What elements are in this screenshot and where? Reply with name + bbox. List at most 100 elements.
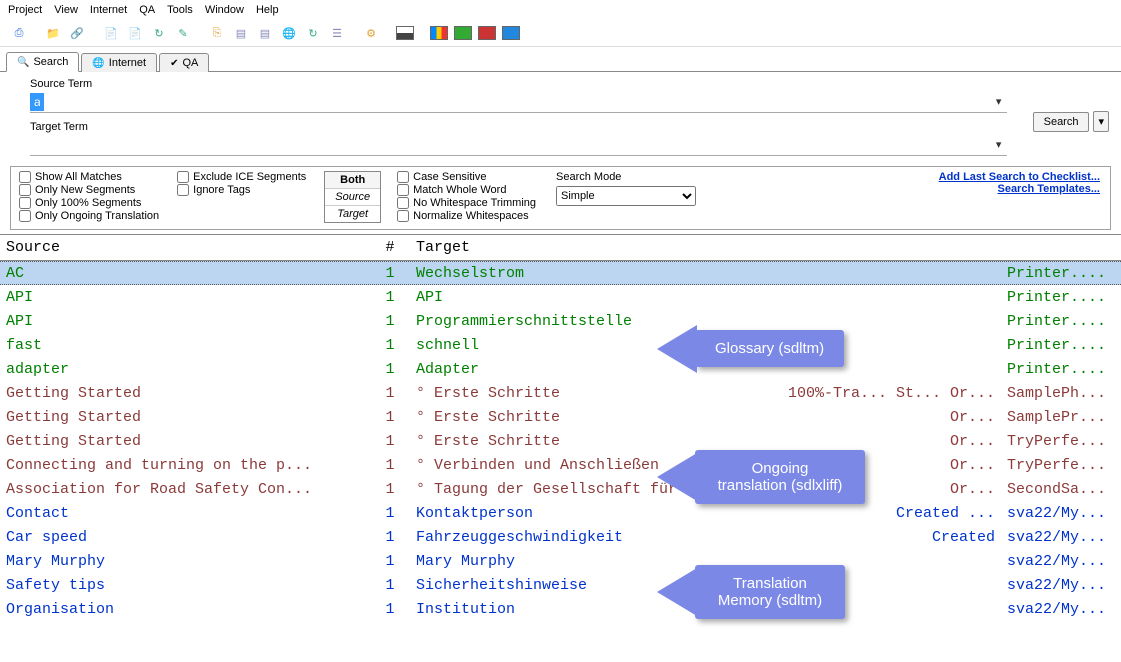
dropdown-icon[interactable]: ▾ [991,138,1007,151]
checkbox[interactable] [177,184,189,196]
checkbox[interactable] [177,171,189,183]
table-row[interactable]: Organisation1Institutionsva22/My... [0,597,1121,621]
col-source[interactable]: Source [0,237,370,258]
option-only-segments[interactable]: Only 100% Segments [19,197,159,209]
check-icon: ✔ [170,58,178,69]
option-match-whole-word[interactable]: Match Whole Word [397,184,536,196]
table-row[interactable]: Car speed1FahrzeuggeschwindigkeitCreated… [0,525,1121,549]
table-row[interactable]: Getting Started1° Erste SchritteOr...Sam… [0,405,1121,429]
col-number[interactable]: # [370,237,410,258]
menu-window[interactable]: Window [205,4,244,16]
copy-icon[interactable]: ⎘ [208,24,226,42]
search-button[interactable]: Search [1033,112,1090,132]
cell-extra: Or... [771,480,1001,499]
table-row[interactable]: Safety tips1Sicherheitshinweisesva22/My.… [0,573,1121,597]
option-only-ongoing-translation[interactable]: Only Ongoing Translation [19,210,159,222]
cell-target: Mary Murphy [410,552,771,571]
cell-target: schnell [410,336,771,355]
flag-multi-icon[interactable] [430,24,448,42]
checkbox[interactable] [19,171,31,183]
tab-search[interactable]: 🔍Search [6,52,79,72]
folder-icon[interactable]: 📁 [44,24,62,42]
link-icon[interactable]: 🔗 [68,24,86,42]
source-option[interactable]: Source [325,189,380,206]
source-target-selector[interactable]: Both Source Target [324,171,381,223]
option-label: Exclude ICE Segments [193,171,306,183]
checkbox[interactable] [19,197,31,209]
table-row[interactable]: Connecting and turning on the p...1° Ver… [0,453,1121,477]
target-option[interactable]: Target [325,206,380,222]
menu-view[interactable]: View [54,4,78,16]
option-no-whitespace-trimming[interactable]: No Whitespace Trimming [397,197,536,209]
table-row[interactable]: fast1schnellPrinter.... [0,333,1121,357]
source-term-combo[interactable]: ▾ [30,91,1007,113]
menu-project[interactable]: Project [8,4,42,16]
menu-internet[interactable]: Internet [90,4,127,16]
checkbox[interactable] [397,197,409,209]
tab-qa[interactable]: ✔QA [159,53,209,72]
target-term-label: Target Term [30,121,1007,133]
menu-qa[interactable]: QA [139,4,155,16]
target-term-combo[interactable]: ▾ [30,134,1007,156]
cell-target: Fahrzeuggeschwindigkeit [410,528,771,547]
checkbox[interactable] [19,184,31,196]
refresh-icon[interactable]: ↻ [304,24,322,42]
page-icon[interactable]: ▤ [232,24,250,42]
checkbox[interactable] [397,171,409,183]
flag-red-icon[interactable] [478,24,496,42]
cell-count: 1 [370,432,410,451]
cell-target: Sicherheitshinweise [410,576,771,595]
target-term-input[interactable] [30,136,991,154]
option-exclude-ice-segments[interactable]: Exclude ICE Segments [177,171,306,183]
source-term-input[interactable] [30,93,44,111]
table-row[interactable]: Association for Road Safety Con...1° Tag… [0,477,1121,501]
flag-green-icon[interactable] [454,24,472,42]
option-ignore-tags[interactable]: Ignore Tags [177,184,306,196]
option-normalize-whitespaces[interactable]: Normalize Whitespaces [397,210,536,222]
cell-file: Printer.... [1001,264,1121,283]
option-label: Normalize Whitespaces [413,210,529,222]
globe-icon[interactable]: 🌐 [280,24,298,42]
table-row[interactable]: Getting Started1° Erste Schritte100%-Tra… [0,381,1121,405]
doc-refresh-icon[interactable]: ↻ [150,24,168,42]
search-dropdown-button[interactable]: ▾ [1093,111,1109,132]
table-row[interactable]: API1ProgrammierschnittstellePrinter.... [0,309,1121,333]
cell-count: 1 [370,312,410,331]
col-target[interactable]: Target [410,237,1121,258]
flag-blue-icon[interactable] [502,24,520,42]
table-row[interactable]: API1APIPrinter.... [0,285,1121,309]
gear-icon[interactable]: ⚙ [362,24,380,42]
option-label: Match Whole Word [413,184,506,196]
menu-tools[interactable]: Tools [167,4,193,16]
doc-edit-icon[interactable]: ✎ [174,24,192,42]
option-show-all-matches[interactable]: Show All Matches [19,171,159,183]
dropdown-icon[interactable]: ▾ [991,95,1007,108]
cell-source: Connecting and turning on the p... [0,456,370,475]
checkbox[interactable] [397,184,409,196]
table-row[interactable]: Mary Murphy1Mary Murphysva22/My... [0,549,1121,573]
table-row[interactable]: Contact1KontaktpersonCreated ...sva22/My… [0,501,1121,525]
doc-new-icon[interactable]: 📄 [102,24,120,42]
list-icon[interactable]: ☰ [328,24,346,42]
panel-icon[interactable] [396,24,414,42]
both-header[interactable]: Both [325,172,380,189]
search-mode-select[interactable]: Simple [556,186,696,206]
cell-file: SecondSa... [1001,480,1121,499]
checkbox[interactable] [19,210,31,222]
option-case-sensitive[interactable]: Case Sensitive [397,171,536,183]
cell-count: 1 [370,384,410,403]
option-only-new-segments[interactable]: Only New Segments [19,184,159,196]
checkbox[interactable] [397,210,409,222]
table-row[interactable]: adapter1AdapterPrinter.... [0,357,1121,381]
doc-open-icon[interactable]: 📄 [126,24,144,42]
link-search-templates-[interactable]: Search Templates... [939,183,1100,195]
link-add-last-search-to-checklist-[interactable]: Add Last Search to Checklist... [939,171,1100,183]
doc-icon[interactable]: ⎙ [10,24,28,42]
page2-icon[interactable]: ▤ [256,24,274,42]
menu-help[interactable]: Help [256,4,279,16]
results-grid: AC1WechselstromPrinter....API1APIPrinter… [0,261,1121,621]
option-label: No Whitespace Trimming [413,197,536,209]
table-row[interactable]: Getting Started1° Erste SchritteOr...Try… [0,429,1121,453]
tab-internet[interactable]: 🌐Internet [81,53,157,72]
table-row[interactable]: AC1WechselstromPrinter.... [0,261,1121,285]
